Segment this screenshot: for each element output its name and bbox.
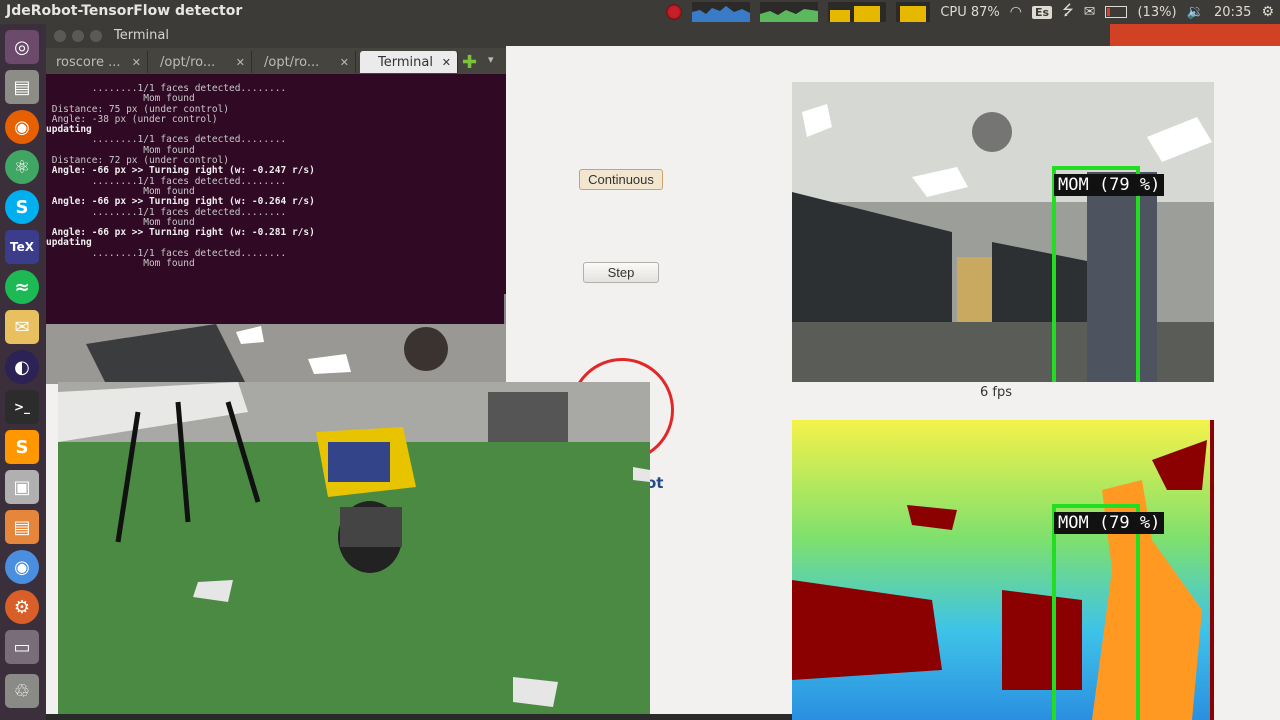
settings-icon[interactable]: ⚙: [5, 590, 39, 624]
camera-feed-background: [46, 324, 506, 384]
battery-label: (13%): [1137, 4, 1177, 20]
detection-label: MOM (79 %): [1054, 174, 1165, 196]
cpu-label: CPU 87%: [940, 4, 1000, 20]
continuous-button[interactable]: Continuous: [579, 169, 663, 190]
terminal-scrollbar[interactable]: [504, 294, 506, 324]
detection-label: MOM (79 %): [1054, 512, 1165, 534]
launcher: ◎ ▤ ◉ ⚛ S TeX ≈ ✉ ◐ >_ S ▣ ▤ ◉ ⚙ ▭ ♲: [0, 24, 46, 720]
document-viewer-icon[interactable]: ▤: [5, 510, 39, 544]
terminal-line: Angle: -66 px >> Turning right (w: -0.28…: [46, 227, 315, 239]
close-icon[interactable]: ✕: [442, 56, 451, 69]
terminal-line: Mom found: [46, 258, 195, 270]
texmaker-icon[interactable]: TeX: [5, 230, 39, 264]
top-panel: JdeRobot-TensorFlow detector CPU 87% ◠ E…: [0, 0, 1280, 24]
mail-icon[interactable]: ✉: [1084, 4, 1096, 20]
files-icon[interactable]: ▤: [5, 70, 39, 104]
chromium-icon[interactable]: ◉: [5, 550, 39, 584]
network-graph: [828, 2, 887, 22]
eclipse-icon[interactable]: ◐: [5, 350, 39, 384]
new-tab-icon[interactable]: ✚: [462, 52, 477, 73]
minimize-window-icon[interactable]: [72, 30, 84, 42]
terminal-output[interactable]: ........1/1 faces detected........ Mom f…: [46, 74, 504, 324]
memory-graph: [760, 2, 819, 22]
app-title: JdeRobot-TensorFlow detector: [6, 3, 243, 19]
tab-roscore[interactable]: roscore ... ✕: [48, 51, 148, 73]
cpu-graph: [692, 2, 751, 22]
terminal-window: Terminal roscore ... ✕ /opt/ro... ✕ /opt/r…: [46, 24, 506, 324]
rgb-scene: [792, 82, 1214, 382]
close-icon[interactable]: ✕: [340, 56, 349, 69]
trash-icon[interactable]: ♲: [5, 674, 39, 708]
skype-icon[interactable]: S: [5, 190, 39, 224]
chevron-down-icon[interactable]: ▾: [488, 53, 494, 66]
gear-icon[interactable]: ⚙: [1261, 4, 1274, 20]
depth-image: MOM (79 %): [792, 420, 1214, 720]
terminal-title: Terminal: [114, 28, 169, 43]
maximize-window-icon[interactable]: [90, 30, 102, 42]
fps-label: 6 fps: [980, 385, 1013, 400]
keyboard-layout[interactable]: Es: [1032, 5, 1053, 19]
system-tray: CPU 87% ◠ Es ⭍ ✉ (13%) 🔉 20:35 ⚙: [666, 0, 1274, 24]
step-button[interactable]: Step: [583, 262, 659, 283]
atom-icon[interactable]: ⚛: [5, 150, 39, 184]
tab-opt-2[interactable]: /opt/ro... ✕: [256, 51, 356, 73]
terminal-titlebar: Terminal: [46, 24, 506, 48]
record-icon[interactable]: [666, 4, 683, 20]
close-window-icon[interactable]: [54, 30, 66, 42]
disk-graph: [896, 2, 931, 22]
close-icon[interactable]: ✕: [132, 56, 141, 69]
depth-scene: [792, 420, 1214, 720]
terminal-tabs: roscore ... ✕ /opt/ro... ✕ /opt/ro... ✕ Ter…: [46, 48, 506, 74]
bottom-strip: [46, 714, 792, 720]
bluetooth-icon[interactable]: ⭍: [1062, 0, 1074, 24]
screenshot-icon[interactable]: ▣: [5, 470, 39, 504]
terminal-line: Angle: -38 px (under control): [46, 113, 218, 125]
sublime-icon[interactable]: S: [5, 430, 39, 464]
camera-feed: [58, 382, 650, 714]
tab-opt-1[interactable]: /opt/ro... ✕: [152, 51, 252, 73]
close-icon[interactable]: ✕: [236, 56, 245, 69]
wifi-icon[interactable]: ◠: [1010, 4, 1022, 20]
terminal-icon[interactable]: >_: [5, 390, 39, 424]
rgb-image: MOM (79 %): [792, 82, 1214, 382]
tab-terminal[interactable]: Terminal ✕: [360, 51, 458, 73]
battery-icon[interactable]: [1105, 6, 1128, 18]
ubuntu-dash-icon[interactable]: ◎: [5, 30, 39, 64]
header-accent: [1110, 24, 1280, 46]
volume-icon[interactable]: 🔉: [1187, 4, 1204, 20]
clock[interactable]: 20:35: [1214, 5, 1251, 20]
firefox-icon[interactable]: ◉: [5, 110, 39, 144]
drive-icon[interactable]: ▭: [5, 630, 39, 664]
spotify-icon[interactable]: ≈: [5, 270, 39, 304]
mail-app-icon[interactable]: ✉: [5, 310, 39, 344]
